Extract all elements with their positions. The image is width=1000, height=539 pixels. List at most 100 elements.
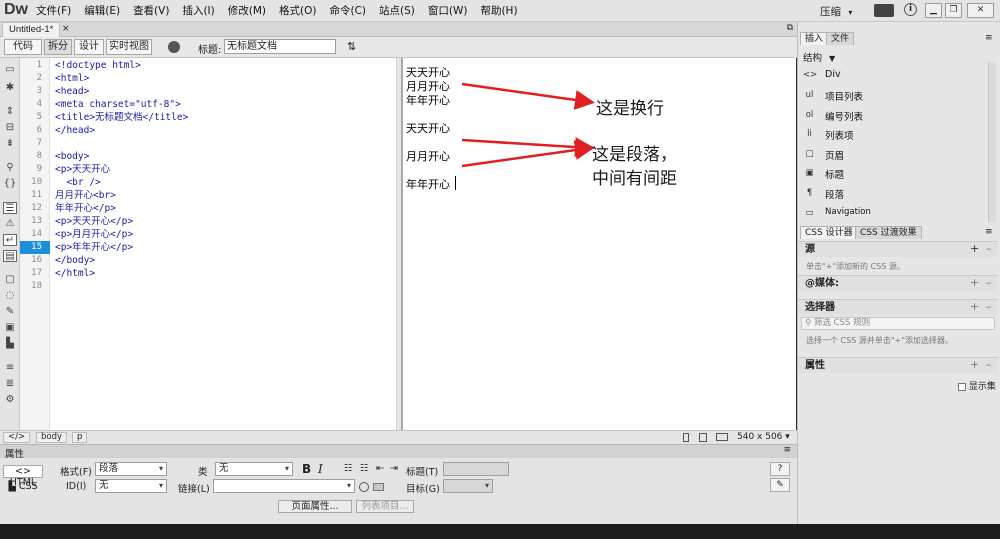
selector-filter-input[interactable]: ⚲ 筛选 CSS 规则 <box>801 317 995 330</box>
target-select[interactable]: ▾ <box>443 479 493 493</box>
remove-source-icon[interactable]: – <box>986 242 992 255</box>
sync-icon[interactable] <box>874 4 894 17</box>
css-sources-header[interactable]: 源 <box>798 241 998 257</box>
format-source-icon[interactable]: ⚙ <box>3 394 17 406</box>
highlight-invalid-icon[interactable]: ⚠ <box>3 218 17 230</box>
tag-selector-p[interactable]: p <box>72 432 88 443</box>
menu-view[interactable]: 查看(V) <box>133 0 169 22</box>
remove-property-icon[interactable]: – <box>986 358 992 371</box>
css-mode-button[interactable]: ▙ CSS <box>3 480 43 493</box>
code-view-button[interactable]: 代码 <box>4 39 42 55</box>
add-property-icon[interactable]: + <box>970 358 979 371</box>
menu-insert[interactable]: 插入(I) <box>182 0 214 22</box>
open-documents-icon[interactable]: ▭ <box>3 64 17 76</box>
indent-icon[interactable]: ⇥ <box>390 463 398 474</box>
panel-menu-icon[interactable]: ≡ <box>985 227 993 237</box>
word-wrap-icon[interactable]: ↵ <box>3 234 17 246</box>
maximize-button[interactable]: ❐ <box>945 3 962 18</box>
restore-icon[interactable]: ⧉ <box>787 23 793 33</box>
remove-selector-icon[interactable]: – <box>986 300 992 313</box>
info-icon[interactable]: i <box>904 3 917 16</box>
add-media-icon[interactable]: + <box>970 276 979 289</box>
title-input[interactable]: 无标题文档 <box>224 39 336 54</box>
ordered-list-icon[interactable]: ☷ <box>360 463 369 474</box>
show-code-navigator-icon[interactable]: ✱ <box>3 82 17 94</box>
page-properties-button[interactable]: 页面属性... <box>278 500 352 513</box>
minimize-button[interactable]: ▁ <box>925 3 942 18</box>
help-icon[interactable]: ? <box>770 462 790 476</box>
window-size-readout[interactable]: 540 x 506 ▾ <box>737 432 790 442</box>
insert-item-paragraph[interactable]: 段落 <box>825 187 844 201</box>
menu-help[interactable]: 帮助(H) <box>480 0 517 22</box>
mobile-size-icon[interactable] <box>683 433 689 442</box>
insert-item-ol[interactable]: 编号列表 <box>825 109 863 123</box>
selectors-header[interactable]: 选择器 <box>798 299 998 315</box>
desktop-size-icon[interactable] <box>716 433 728 441</box>
insert-panel-scrollbar[interactable] <box>988 62 996 222</box>
split-view-button[interactable]: 拆分 <box>44 39 72 55</box>
insert-item-div[interactable]: Div <box>825 69 841 80</box>
tab-css-transitions[interactable]: CSS 过渡效果 <box>855 226 922 239</box>
file-management-icon[interactable]: ⇅ <box>347 40 356 53</box>
insert-item-ul[interactable]: 项目列表 <box>825 89 863 103</box>
add-source-icon[interactable]: + <box>970 242 979 255</box>
menu-file[interactable]: 文件(F) <box>36 0 71 22</box>
list-item-button[interactable]: 列表项目... <box>356 500 414 513</box>
line-numbers-icon[interactable]: ☰ <box>3 202 17 214</box>
document-tab[interactable]: Untitled-1* <box>2 22 61 37</box>
menu-format[interactable]: 格式(O) <box>279 0 316 22</box>
format-select[interactable]: 段落 ▾ <box>95 462 167 476</box>
class-select[interactable]: 无 ▾ <box>215 462 293 476</box>
tab-files[interactable]: 文件 <box>826 32 855 45</box>
html-mode-button[interactable]: <> HTML <box>3 465 43 488</box>
browse-folder-icon[interactable] <box>373 483 384 491</box>
workspace-switcher[interactable]: 压缩 ▾ <box>820 4 852 19</box>
bold-button[interactable]: B <box>302 462 311 476</box>
close-tab-icon[interactable]: × <box>62 22 70 37</box>
outdent-icon[interactable]: ⇤ <box>376 463 384 474</box>
menu-commands[interactable]: 命令(C) <box>329 0 366 22</box>
balance-braces-icon[interactable]: {} <box>3 178 17 190</box>
insert-item-li[interactable]: 列表项 <box>825 128 854 142</box>
collapse-selection-icon[interactable]: ⊟ <box>3 122 17 134</box>
quick-tag-editor-icon[interactable]: ✎ <box>770 478 790 492</box>
remove-media-icon[interactable]: – <box>986 276 992 289</box>
panel-menu-icon[interactable]: ≡ <box>783 445 791 455</box>
menu-edit[interactable]: 编辑(E) <box>84 0 120 22</box>
tag-selector-body[interactable]: body <box>36 432 68 443</box>
add-selector-icon[interactable]: + <box>970 300 979 313</box>
properties-header-css[interactable]: 属性 <box>798 357 998 373</box>
tab-css-designer[interactable]: CSS 设计器 <box>800 226 858 239</box>
tablet-size-icon[interactable] <box>699 433 707 442</box>
italic-button[interactable]: I <box>318 462 323 476</box>
select-parent-tag-icon[interactable]: ⚲ <box>3 162 17 174</box>
panel-menu-icon[interactable]: ≡ <box>985 33 993 43</box>
menu-modify[interactable]: 修改(M) <box>228 0 266 22</box>
close-button[interactable]: ✕ <box>967 3 994 18</box>
title-attr-input[interactable] <box>443 462 509 476</box>
show-set-checkbox[interactable]: 显示集 <box>958 379 996 392</box>
insert-item-navigation[interactable]: Navigation <box>825 207 871 217</box>
live-view-button[interactable]: 实时视图 <box>106 39 152 55</box>
code-toggle-icon[interactable]: </> <box>3 432 31 443</box>
design-view-button[interactable]: 设计 <box>74 39 104 55</box>
menu-site[interactable]: 站点(S) <box>379 0 415 22</box>
globe-icon[interactable] <box>168 41 180 53</box>
indent-icon[interactable]: ≡ <box>3 362 17 374</box>
link-input[interactable]: ▾ <box>213 479 355 493</box>
insert-category-select[interactable]: 结构 ▼ <box>803 50 835 64</box>
collapse-tag-icon[interactable]: ⇕ <box>3 106 17 118</box>
apply-comment-icon[interactable]: ▢ <box>3 274 17 286</box>
move-css-icon[interactable]: ▙ <box>3 338 17 350</box>
media-header[interactable]: @媒体: <box>798 275 998 291</box>
insert-item-header[interactable]: 页眉 <box>825 148 844 162</box>
menu-window[interactable]: 窗口(W) <box>428 0 468 22</box>
tab-insert[interactable]: 插入 <box>800 32 829 45</box>
id-select[interactable]: 无 ▾ <box>95 479 167 493</box>
wrap-tag-icon[interactable]: ✎ <box>3 306 17 318</box>
recent-snippets-icon[interactable]: ▣ <box>3 322 17 334</box>
outdent-icon[interactable]: ≣ <box>3 378 17 390</box>
unordered-list-icon[interactable]: ☷ <box>344 463 353 474</box>
point-to-file-icon[interactable] <box>359 482 369 492</box>
syntax-coloring-icon[interactable]: ▤ <box>3 250 17 262</box>
